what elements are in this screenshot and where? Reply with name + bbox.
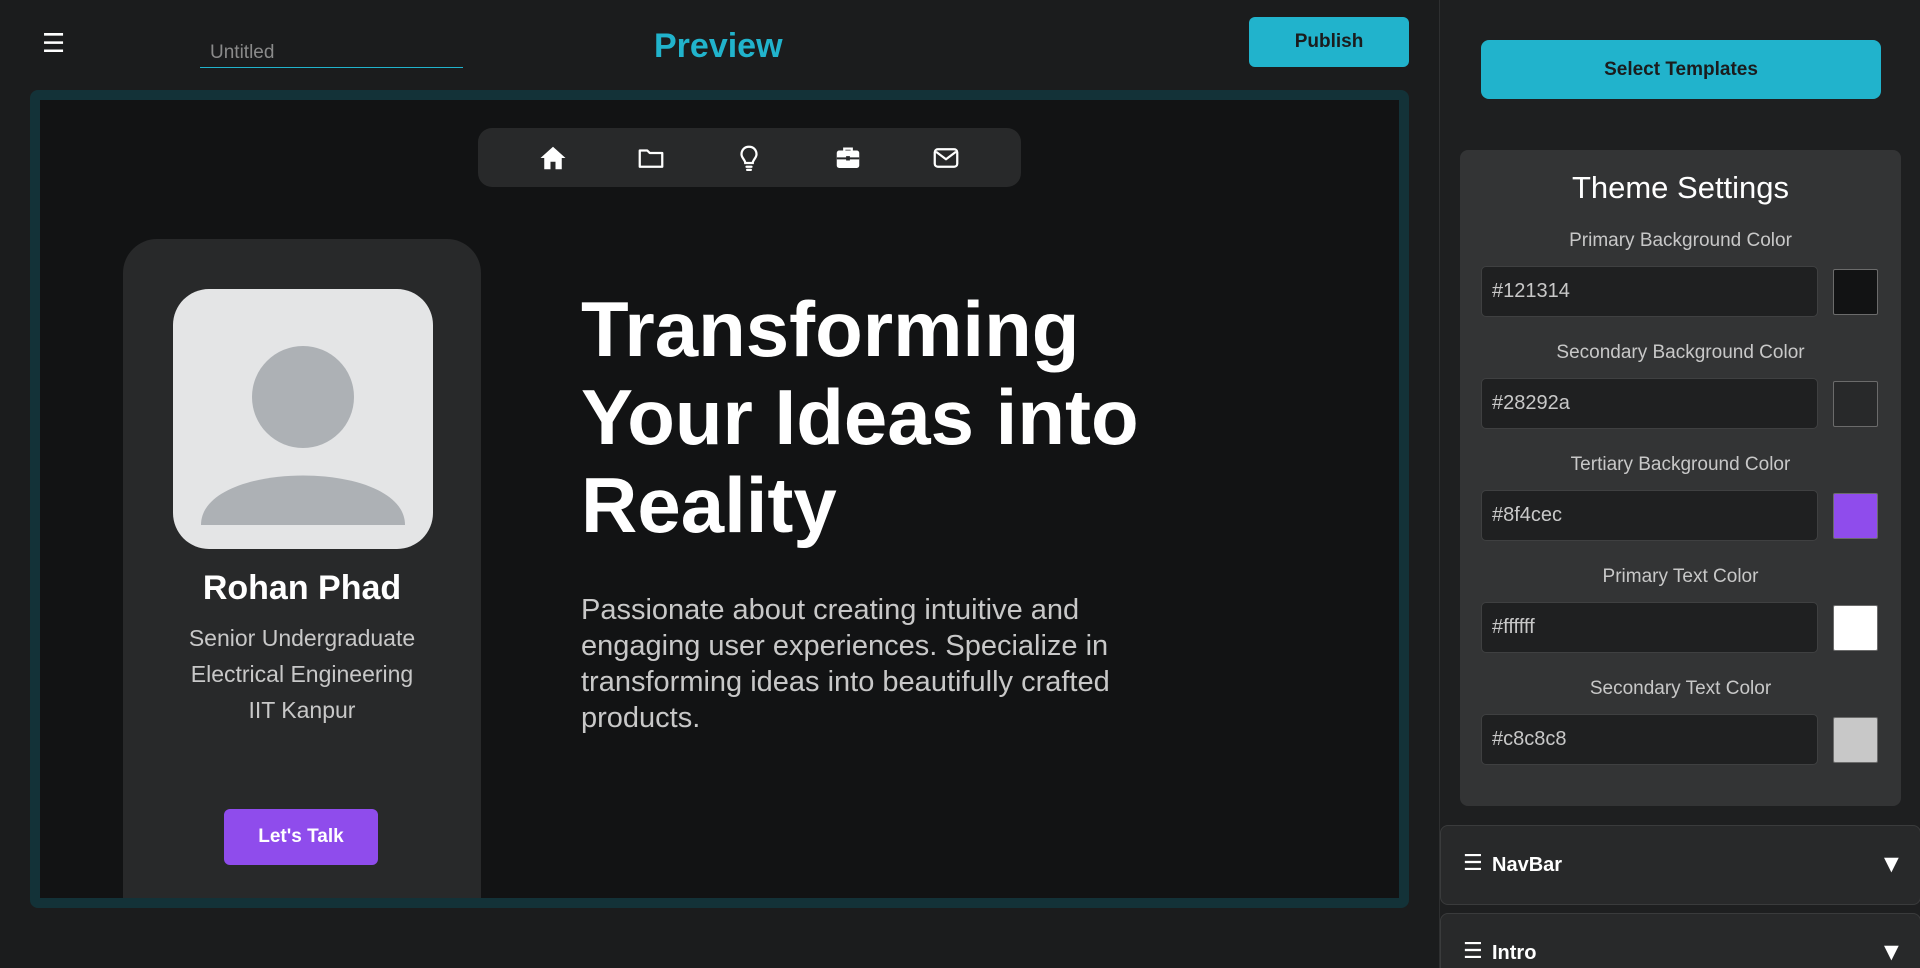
- avatar: [173, 289, 433, 549]
- chevron-down-icon[interactable]: ▼: [1879, 850, 1904, 879]
- secondary-bg-color-input[interactable]: [1481, 378, 1818, 429]
- drag-handle-icon[interactable]: ☰: [1463, 850, 1483, 876]
- lightbulb-icon[interactable]: [733, 142, 765, 174]
- secondary-text-color-swatch[interactable]: [1833, 717, 1878, 763]
- primary-bg-label: Primary Background Color: [1569, 230, 1792, 251]
- tertiary-bg-color-swatch[interactable]: [1833, 493, 1878, 539]
- select-templates-button[interactable]: Select Templates: [1481, 40, 1881, 99]
- primary-text-color-input[interactable]: [1481, 602, 1818, 653]
- home-icon[interactable]: [537, 142, 569, 174]
- hero-heading: Transforming Your Ideas into Reality: [581, 285, 1221, 549]
- tertiary-bg-label: Tertiary Background Color: [1570, 454, 1791, 475]
- theme-settings-panel: Theme Settings Primary Background Color …: [1460, 150, 1901, 806]
- hero-heading-line: Reality: [581, 461, 837, 549]
- preview-frame: Rohan Phad Senior Undergraduate Electric…: [30, 90, 1409, 908]
- secondary-bg-color-swatch[interactable]: [1833, 381, 1878, 427]
- chevron-down-icon[interactable]: ▼: [1879, 938, 1904, 967]
- secondary-text-label: Secondary Text Color: [1589, 678, 1772, 699]
- hero-heading-line: Transforming: [581, 285, 1080, 373]
- primary-text-label: Primary Text Color: [1602, 566, 1759, 587]
- hero-heading-line: Your Ideas into: [581, 373, 1139, 461]
- site-title-input[interactable]: [200, 38, 463, 68]
- briefcase-icon[interactable]: [832, 142, 864, 174]
- profile-card: Rohan Phad Senior Undergraduate Electric…: [123, 239, 481, 898]
- settings-sidebar: Select Templates Theme Settings Primary …: [1439, 0, 1920, 968]
- theme-settings-title: Theme Settings: [1571, 170, 1790, 205]
- publish-button[interactable]: Publish: [1249, 17, 1409, 67]
- preview-heading: Preview: [654, 27, 783, 65]
- profile-department: Electrical Engineering: [190, 661, 414, 687]
- user-placeholder-icon: [201, 346, 405, 525]
- tertiary-bg-color-input[interactable]: [1481, 490, 1818, 541]
- primary-bg-color-swatch[interactable]: [1833, 269, 1878, 315]
- primary-text-color-swatch[interactable]: [1833, 605, 1878, 651]
- profile-name: Rohan Phad: [202, 569, 402, 607]
- section-label: Intro: [1492, 942, 1537, 964]
- section-label: NavBar: [1492, 854, 1563, 876]
- hamburger-menu-icon[interactable]: ☰: [42, 30, 65, 56]
- hero-subtitle: Passionate about creating intuitive and …: [581, 594, 1110, 734]
- section-navbar[interactable]: ☰ NavBar ▼: [1440, 825, 1920, 905]
- section-intro[interactable]: ☰ Intro ▼: [1440, 913, 1920, 968]
- primary-bg-color-input[interactable]: [1481, 266, 1818, 317]
- drag-handle-icon[interactable]: ☰: [1463, 938, 1483, 964]
- profile-institute: IIT Kanpur: [248, 697, 356, 723]
- secondary-text-color-input[interactable]: [1481, 714, 1818, 765]
- lets-talk-button[interactable]: Let's Talk: [224, 809, 378, 865]
- secondary-bg-label: Secondary Background Color: [1556, 342, 1805, 363]
- mail-icon[interactable]: [930, 142, 962, 174]
- site-navbar: [478, 128, 1021, 187]
- profile-role: Senior Undergraduate: [188, 625, 416, 651]
- folder-icon[interactable]: [635, 142, 667, 174]
